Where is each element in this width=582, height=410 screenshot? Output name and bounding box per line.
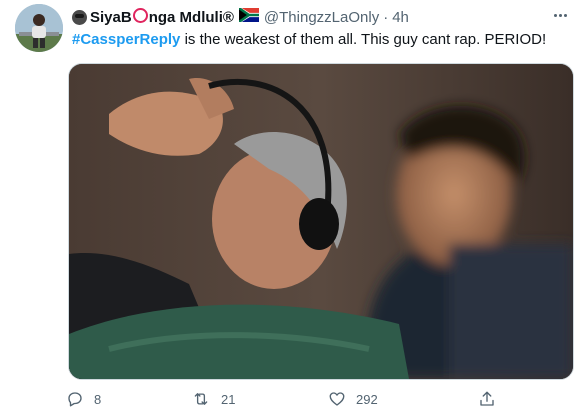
author-display-name[interactable]: SiyaB nga Mdluli®: [90, 8, 234, 26]
avatar[interactable]: [15, 4, 63, 52]
separator-dot: ·: [383, 8, 389, 26]
tweet-time[interactable]: 4h: [392, 9, 409, 26]
retweet-button[interactable]: 21: [191, 390, 235, 408]
south-africa-flag-icon: [238, 6, 259, 26]
more-options-icon[interactable]: [550, 8, 570, 22]
tweet-header: SiyaB nga Mdluli® @ThingzzLaOnly · 4h: [72, 6, 542, 28]
author-handle[interactable]: @ThingzzLaOnly: [264, 9, 379, 26]
red-circle-icon: [132, 8, 148, 23]
display-name-part1: SiyaB: [90, 9, 132, 26]
like-count: 292: [356, 391, 378, 407]
heart-icon: [329, 392, 345, 406]
tweet-media-image[interactable]: [68, 63, 574, 380]
tweet-text: #CassperReply is the weakest of them all…: [72, 30, 572, 50]
gorilla-emoji-icon: [72, 9, 87, 25]
like-button[interactable]: 292: [328, 390, 378, 408]
share-icon: [480, 391, 494, 406]
tweet[interactable]: SiyaB nga Mdluli® @ThingzzLaOnly · 4h #Ca…: [0, 0, 582, 410]
reply-count: 8: [94, 391, 102, 407]
avatar-image: [15, 4, 63, 52]
reply-icon: [68, 392, 82, 407]
photo-headphones-men: [69, 64, 573, 379]
tweet-body-text: is the weakest of them all. This guy can…: [180, 31, 547, 48]
share-button[interactable]: [478, 390, 496, 408]
hashtag-link[interactable]: #CassperReply: [72, 31, 180, 48]
retweet-count: 21: [221, 391, 236, 407]
display-name-part2: nga Mdluli®: [148, 9, 234, 26]
retweet-icon: [194, 393, 208, 405]
tweet-actions: 8 21 292: [66, 390, 566, 410]
reply-button[interactable]: 8: [66, 390, 101, 408]
